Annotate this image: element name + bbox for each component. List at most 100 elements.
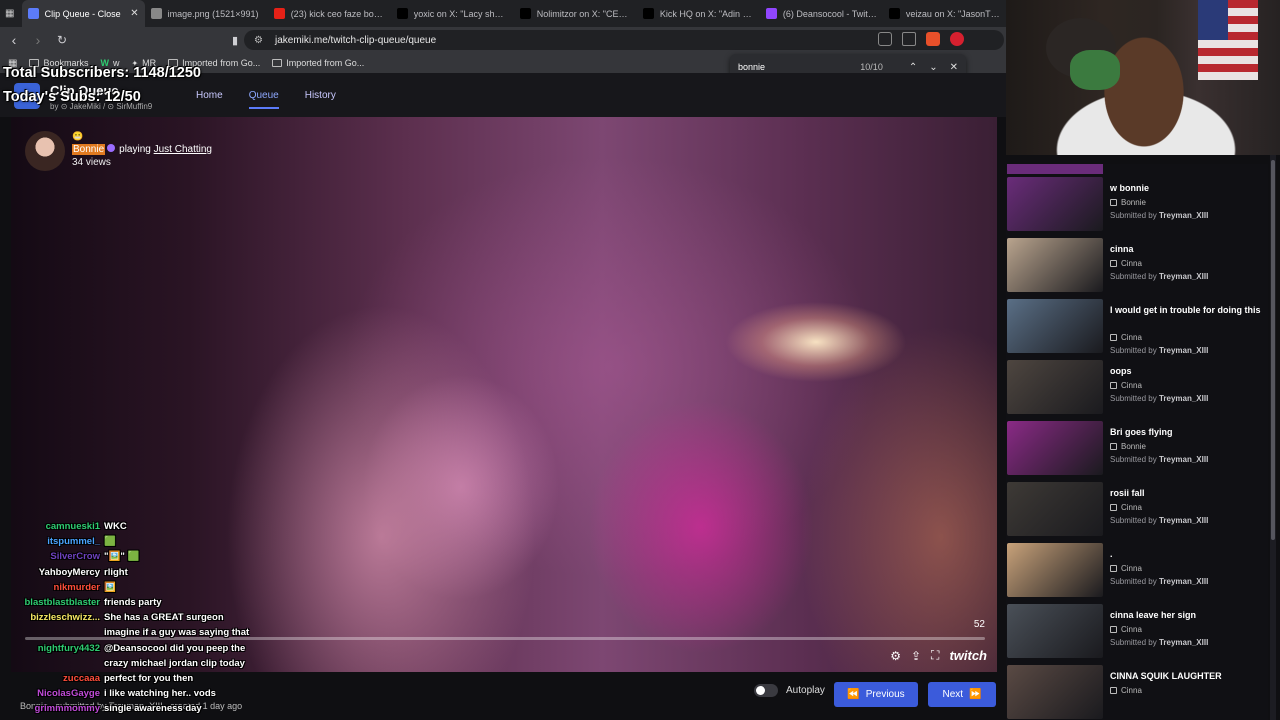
channel-name: Cinna (1121, 333, 1142, 342)
queue-item[interactable]: CINNA SQUIK LAUGHTER Cinna (1006, 665, 1268, 720)
chat-text: @Deansocool did you peep the (104, 642, 246, 654)
chat-username[interactable]: nightfury4432 (4, 643, 104, 654)
clip-channel: Cinna (1110, 503, 1142, 512)
share-icon[interactable] (902, 32, 916, 46)
streamer-name[interactable]: Bonnie (72, 144, 106, 155)
clip-thumbnail[interactable] (1007, 177, 1103, 231)
browser-tab[interactable]: Nolimitzor on X: "CEO of K (514, 0, 637, 27)
queue-item[interactable]: rosii fall Cinna Submitted by Treyman_XIII (1006, 482, 1268, 543)
browser-tab[interactable]: yoxic on X: "Lacy shuts do (391, 0, 514, 27)
chat-username[interactable]: SilverCrow (4, 551, 104, 562)
clip-thumbnail[interactable] (1007, 543, 1103, 597)
chat-message: bizzleschwizz... She has a GREAT surgeon (4, 610, 294, 625)
chat-text: rlight (104, 566, 128, 578)
queue-item[interactable]: cinna leave her sign Cinna Submitted by Tr… (1006, 604, 1268, 665)
find-next-icon[interactable]: ⌄ (929, 62, 937, 73)
nav-history[interactable]: History (305, 90, 336, 109)
webcam-overlay (1006, 0, 1280, 155)
chat-username[interactable]: itspummel_ (4, 536, 104, 547)
queue-item[interactable]: Bri goes flying Bonnie Submitted by Treyma… (1006, 421, 1268, 482)
nav-queue[interactable]: Queue (248, 90, 279, 109)
channel-icon (1110, 334, 1117, 341)
find-close-icon[interactable]: ✕ (950, 62, 958, 73)
clip-thumbnail[interactable] (1007, 604, 1103, 658)
submitted-by-label: Submitted by (1110, 455, 1157, 464)
find-prev-icon[interactable]: ⌃ (909, 62, 917, 73)
browser-tab[interactable]: (23) kick ceo faze botting (268, 0, 391, 27)
next-button[interactable]: Next ⏩ (928, 682, 996, 707)
browser-tab[interactable]: image.png (1521×991) (145, 0, 268, 27)
tab-close-icon[interactable]: ✕ (130, 8, 138, 19)
back-icon[interactable]: ‹ (4, 30, 24, 50)
chat-username[interactable]: nikmurder (4, 582, 104, 593)
chat-username[interactable]: camnueski1 (4, 521, 104, 532)
clip-channel: Bonnie (1110, 442, 1146, 451)
fullscreen-icon[interactable]: ⛶ (931, 648, 939, 663)
queue-scrollbar-thumb[interactable] (1271, 160, 1275, 540)
browser-tab[interactable]: Kick HQ on X: "Adin Ross (637, 0, 760, 27)
queue-item[interactable]: w bonnie Bonnie Submitted by Treyman_XIII (1006, 177, 1268, 238)
clip-channel: Cinna (1110, 564, 1142, 573)
site-info-icon[interactable]: ⚙ (254, 35, 263, 46)
streamer-avatar[interactable] (25, 131, 65, 171)
clip-thumbnail[interactable] (1007, 238, 1103, 292)
chat-username[interactable]: grimmmommy (4, 703, 104, 714)
tab-grid-icon[interactable]: ▦ (0, 0, 22, 27)
clip-title: cinna leave her sign (1110, 610, 1197, 620)
submitter-name: Treyman_XIII (1158, 394, 1209, 403)
submitter-name: Treyman_XIII (1158, 638, 1209, 647)
brave-shield-icon[interactable] (926, 32, 940, 46)
submitted-by-label: Submitted by (1110, 516, 1157, 525)
clip-thumbnail[interactable] (1007, 665, 1103, 719)
channel-name: Cinna (1121, 625, 1142, 634)
tab-favicon-icon (519, 8, 531, 19)
bookmark-item[interactable]: Imported from Go... (272, 58, 364, 68)
tab-search-icon[interactable] (878, 32, 892, 46)
submitter-name: Treyman_XIII (1158, 577, 1209, 586)
browser-tab[interactable]: Clip Queue - Close ✕ (21, 0, 145, 27)
browser-tab[interactable]: veizau on X: "JasonTheWe (883, 0, 1006, 27)
chat-username[interactable]: bizzleschwizz... (4, 612, 104, 623)
clip-submitter: Submitted by Treyman_XIII (1110, 211, 1208, 220)
find-input[interactable]: bonnie (738, 62, 860, 72)
clip-title: oops (1110, 366, 1132, 376)
chat-message: crazy michael jordan clip today (4, 656, 294, 671)
chat-username[interactable]: zuccaaa (4, 673, 104, 684)
channel-name: Bonnie (1121, 442, 1146, 451)
clip-thumbnail[interactable] (1007, 299, 1103, 353)
clip-thumbnail[interactable] (1007, 360, 1103, 414)
queue-item[interactable]: cinna Cinna Submitted by Treyman_XIII (1006, 238, 1268, 299)
nav-home[interactable]: Home (196, 90, 223, 109)
queue-item[interactable]: I would get in trouble for doing this Cin… (1006, 299, 1268, 360)
browser-tab[interactable]: (6) Deansocool - Twitch (760, 0, 883, 27)
emoji-icon: 😬 (72, 131, 84, 141)
previous-button[interactable]: ⏪ Previous (834, 682, 918, 707)
chat-text: crazy michael jordan clip today (104, 657, 245, 669)
channel-name: Cinna (1121, 503, 1142, 512)
clip-channel: Cinna (1110, 686, 1142, 695)
toggle-switch[interactable] (754, 684, 778, 697)
chat-username[interactable]: NicolasGayge (4, 688, 104, 699)
channel-icon (1110, 260, 1117, 267)
submitted-by-label: Submitted by (1110, 211, 1157, 220)
chat-username[interactable]: YahboyMercy (4, 567, 104, 578)
queue-item[interactable]: . Cinna Submitted by Treyman_XIII (1006, 543, 1268, 604)
settings-icon[interactable]: ⚙ (890, 649, 901, 663)
forward-icon[interactable]: › (28, 30, 48, 50)
clip-thumbnail[interactable] (1007, 482, 1103, 536)
reload-icon[interactable]: ↻ (52, 30, 72, 50)
clip-thumbnail[interactable] (1007, 421, 1103, 475)
chat-message: nightfury4432 @Deansocool did you peep th… (4, 641, 294, 656)
chat-username[interactable]: blastblastblaster (4, 597, 104, 608)
address-bar[interactable]: ⚙ jakemiki.me/twitch-clip-queue/queue (244, 30, 1004, 50)
bookmark-icon[interactable]: ▮ (225, 30, 245, 50)
share-icon[interactable]: ⇪ (911, 649, 921, 663)
rewards-icon[interactable] (950, 32, 964, 46)
game-link[interactable]: Just Chatting (154, 144, 212, 155)
autoplay-toggle[interactable]: Autoplay (754, 684, 825, 697)
queue-item[interactable]: oops Cinna Submitted by Treyman_XIII (1006, 360, 1268, 421)
clip-submitter: Submitted by Treyman_XIII (1110, 516, 1208, 525)
queue-thumbnail-partial[interactable] (1007, 164, 1103, 174)
twitch-logo[interactable]: twitch (949, 648, 987, 663)
channel-name: Cinna (1121, 259, 1142, 268)
